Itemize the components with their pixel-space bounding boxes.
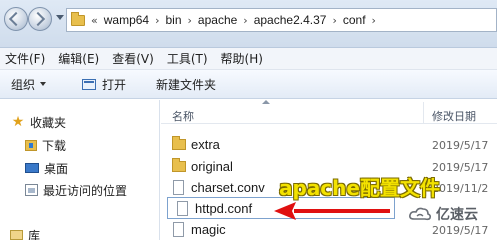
watermark: 亿速云 [408,204,478,224]
menu-view[interactable]: 查看(V) [107,50,162,67]
file-icon [173,180,184,195]
breadcrumb-separator[interactable]: › [149,14,165,27]
breadcrumb[interactable]: « wamp64 › bin › apache › apache2.4.37 ›… [66,8,497,32]
chevron-down-icon [40,82,47,86]
forward-button[interactable] [28,7,52,31]
desktop-icon [25,163,39,173]
column-header-row: 名称 修改日期 [161,100,497,124]
annotation-arrow [274,202,390,220]
watermark-text: 亿速云 [436,207,478,223]
column-header-date[interactable]: 修改日期 [432,108,476,124]
file-date: 2019/5/17 [432,161,489,174]
folder-icon [71,11,85,26]
breadcrumb-separator[interactable]: › [182,14,198,27]
recent-places-icon [25,184,38,196]
star-icon: ★ [11,114,25,130]
nav-item-label: 库 [28,228,41,240]
nav-item-library[interactable]: 库 [10,226,40,240]
open-icon [82,78,97,90]
breadcrumb-item-apache[interactable]: apache [198,13,237,27]
menu-edit[interactable]: 编辑(E) [53,50,107,67]
breadcrumb-item-wamp64[interactable]: wamp64 [104,13,149,27]
address-bar-area: « wamp64 › bin › apache › apache2.4.37 ›… [0,0,497,48]
file-icon [177,201,188,216]
library-icon [10,230,23,240]
history-dropdown-icon[interactable] [56,15,64,20]
command-bar: 组织 打开 新建文件夹 [0,70,497,99]
folder-icon [172,136,186,150]
folder-icon [172,158,186,172]
navigation-pane: ★ 收藏夹 下载 桌面 最近访问的位置 库 [0,100,160,240]
menu-tools[interactable]: 工具(T) [162,50,216,67]
forward-arrow-icon [30,11,46,27]
breadcrumb-item-apache2437[interactable]: apache2.4.37 [254,13,327,27]
file-name: charset.conv [191,180,265,195]
nav-item-label: 收藏夹 [30,115,67,130]
back-arrow-icon [8,11,24,27]
back-button[interactable] [4,7,28,31]
file-date: 2019/5/17 [432,139,489,152]
nav-item-label: 桌面 [44,161,69,176]
breadcrumb-overflow[interactable]: « [85,14,104,27]
sort-caret-icon [262,100,270,104]
file-date: 2019/5/17 [432,224,489,237]
annotation-label: apache配置文件 [279,176,440,200]
nav-item-favorites[interactable]: ★ 收藏夹 [10,113,66,131]
file-name: magic [191,222,226,237]
arrow-head [274,202,296,220]
new-folder-label: 新建文件夹 [156,77,217,92]
breadcrumb-separator[interactable]: › [237,14,253,27]
breadcrumb-separator[interactable]: › [366,14,382,27]
menu-help[interactable]: 帮助(H) [216,50,271,67]
nav-item-downloads[interactable]: 下载 [25,136,66,154]
file-date: 2019/11/2 [432,182,489,195]
file-icon [173,222,184,237]
menu-file[interactable]: 文件(F) [0,50,53,67]
nav-item-recent[interactable]: 最近访问的位置 [25,181,127,199]
organize-button[interactable]: 组织 [0,76,54,93]
cloud-logo-icon [409,207,432,221]
file-name: httpd.conf [195,201,253,216]
new-folder-button[interactable]: 新建文件夹 [148,76,224,93]
breadcrumb-item-bin[interactable]: bin [166,13,182,27]
nav-item-desktop[interactable]: 桌面 [25,159,68,177]
open-label: 打开 [102,77,127,92]
open-button[interactable]: 打开 [74,76,134,93]
column-header-name[interactable]: 名称 [172,108,194,124]
breadcrumb-item-conf[interactable]: conf [343,13,366,27]
file-name: original [191,159,233,174]
nav-item-label: 最近访问的位置 [43,183,128,198]
menu-bar: 文件(F) 编辑(E) 查看(V) 工具(T) 帮助(H) [0,48,497,70]
breadcrumb-separator[interactable]: › [326,14,342,27]
nav-item-label: 下载 [42,138,67,153]
downloads-folder-icon [25,139,37,151]
column-divider[interactable] [423,102,424,124]
file-name: extra [191,137,220,152]
organize-label: 组织 [11,77,36,92]
list-item[interactable]: extra 2019/5/17 [161,134,497,156]
